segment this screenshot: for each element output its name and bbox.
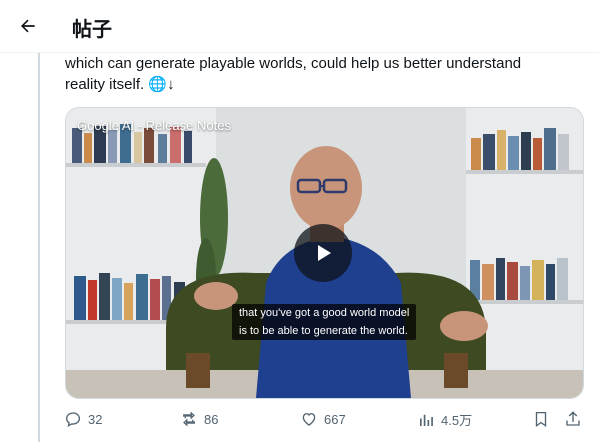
tweet-text-line2: reality itself. bbox=[65, 76, 145, 93]
share-button[interactable] bbox=[564, 410, 582, 428]
video-source-label: Google AI - Release Notes bbox=[77, 118, 231, 133]
reply-count: 32 bbox=[88, 411, 103, 427]
tweet-text: which can generate playable worlds, coul… bbox=[65, 54, 585, 95]
views-button[interactable]: 4.5万 bbox=[417, 410, 472, 429]
share-icon bbox=[566, 411, 580, 426]
thread-connector bbox=[38, 52, 40, 442]
caption-line2: is to be able to generate the world. bbox=[239, 325, 408, 337]
video-player[interactable]: Google AI - Release Notes that you've go… bbox=[65, 107, 584, 399]
down-arrow: ↓ bbox=[167, 76, 175, 93]
bookmark-button[interactable] bbox=[532, 410, 550, 428]
repost-count: 86 bbox=[204, 411, 219, 427]
video-caption: that you've got a good world model is to… bbox=[232, 304, 417, 340]
repost-icon bbox=[183, 411, 195, 427]
back-arrow-icon bbox=[21, 19, 35, 33]
tweet-text-line1: which can generate playable worlds, coul… bbox=[65, 55, 522, 72]
like-button[interactable]: 667 bbox=[300, 410, 346, 428]
reply-icon bbox=[65, 412, 81, 428]
views-icon bbox=[420, 414, 433, 426]
play-button[interactable] bbox=[294, 224, 352, 282]
caption-line1: that you've got a good world model bbox=[239, 307, 410, 319]
play-icon bbox=[318, 245, 331, 261]
like-count: 667 bbox=[324, 411, 346, 427]
globe-emoji: 🌐 bbox=[148, 75, 168, 93]
back-button[interactable] bbox=[12, 10, 44, 42]
tweet-actions: 32 86 667 4.5万 bbox=[64, 410, 584, 432]
reply-button[interactable]: 32 bbox=[64, 410, 102, 428]
page-title: 帖子 bbox=[72, 19, 112, 41]
top-bar: 帖子 bbox=[0, 0, 599, 53]
bookmark-icon bbox=[535, 411, 547, 428]
like-icon bbox=[302, 413, 316, 426]
views-count: 4.5万 bbox=[441, 413, 473, 428]
repost-button[interactable]: 86 bbox=[180, 410, 218, 428]
